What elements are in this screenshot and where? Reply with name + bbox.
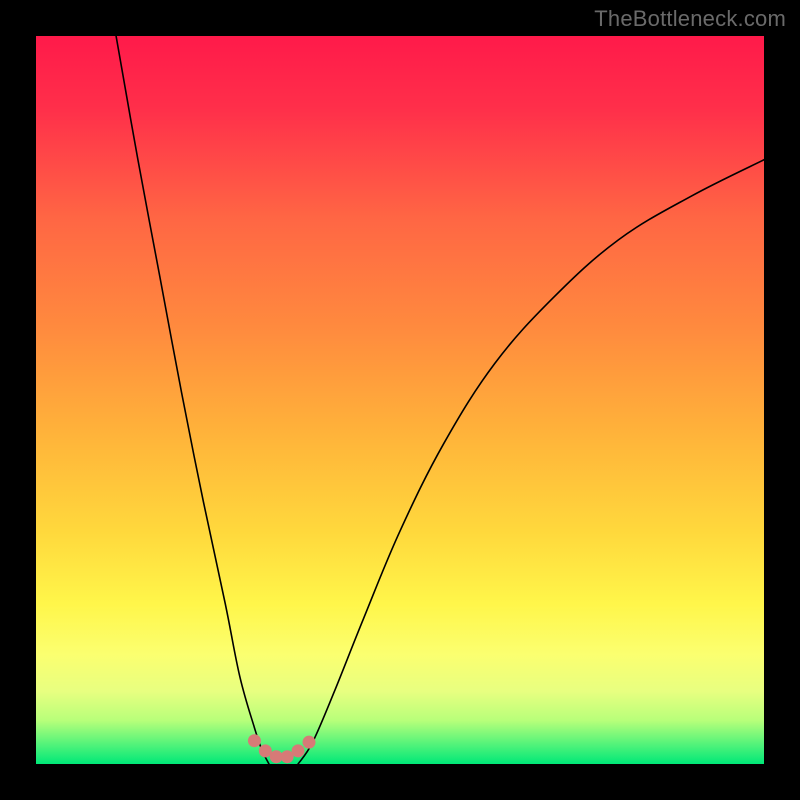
chart-data-point (292, 744, 305, 757)
chart-curve-layer (36, 36, 764, 764)
chart-curve-right-curve (298, 160, 764, 764)
watermark-text: TheBottleneck.com (594, 6, 786, 32)
chart-data-point (303, 736, 316, 749)
chart-curve-left-curve (116, 36, 269, 764)
chart-plot-area (36, 36, 764, 764)
chart-data-point (248, 734, 261, 747)
